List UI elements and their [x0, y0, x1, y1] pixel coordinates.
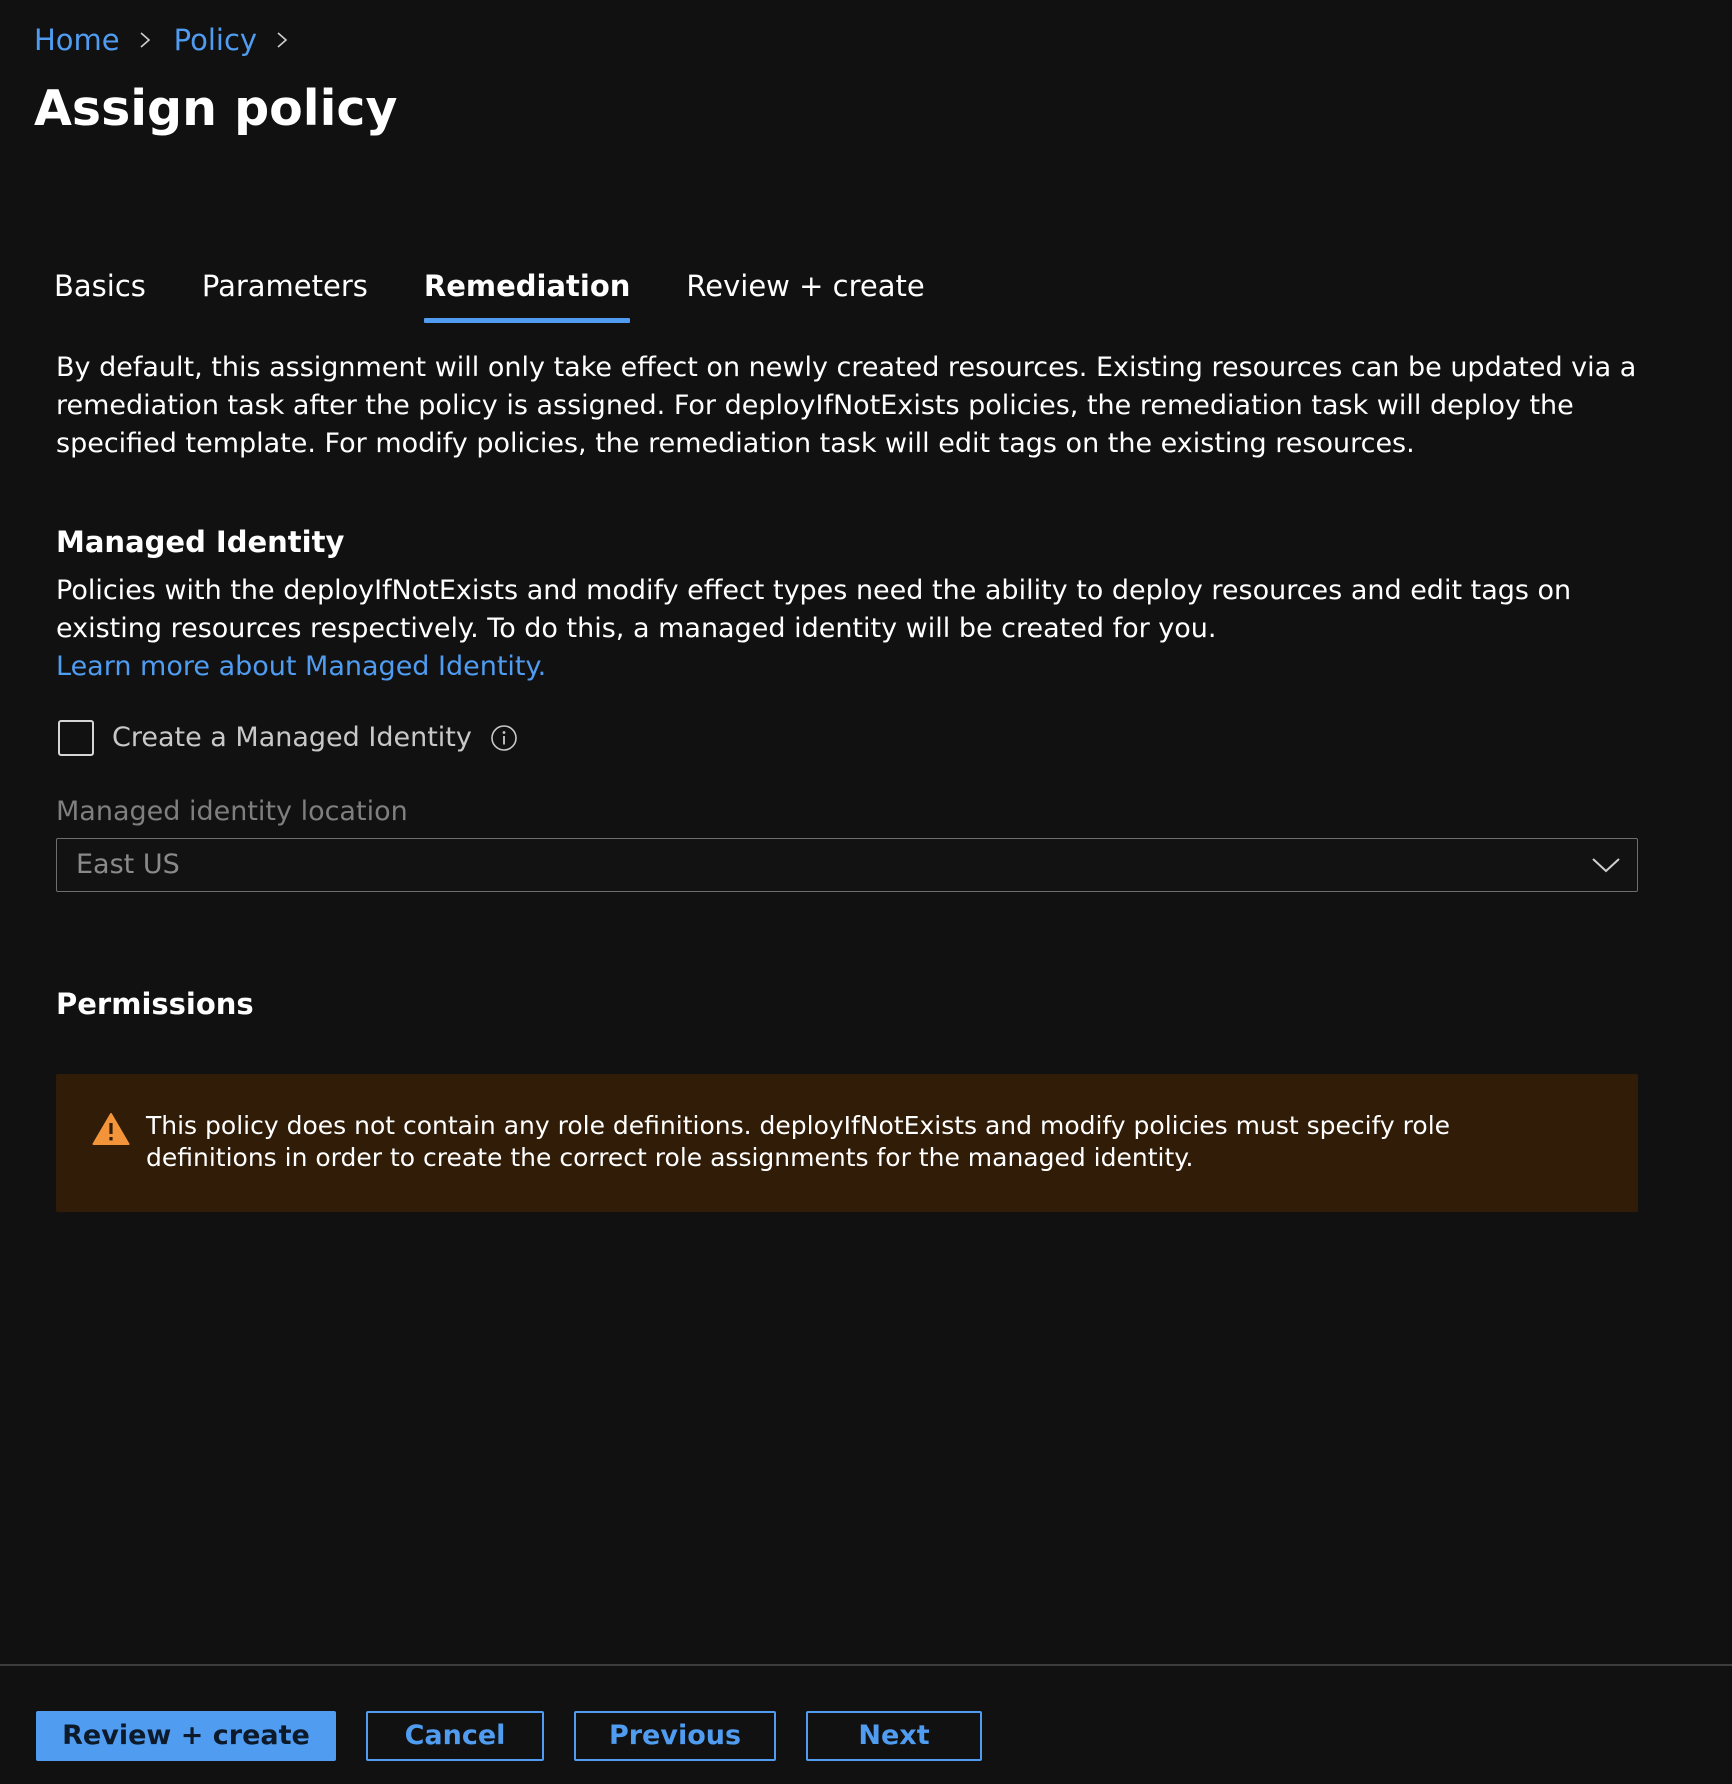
next-button[interactable]: Next [806, 1711, 982, 1761]
managed-identity-heading: Managed Identity [56, 525, 345, 559]
managed-identity-location-select[interactable]: East US [56, 838, 1638, 892]
footer-divider [0, 1664, 1732, 1666]
managed-identity-location-value: East US [76, 849, 180, 880]
remediation-intro-text: By default, this assignment will only ta… [56, 352, 1637, 459]
permissions-heading: Permissions [56, 987, 254, 1021]
info-icon[interactable] [490, 724, 518, 752]
chevron-down-icon [1592, 858, 1620, 873]
tab-review-create[interactable]: Review + create [686, 264, 924, 308]
create-managed-identity-checkbox[interactable] [58, 720, 94, 756]
breadcrumb-home-link[interactable]: Home [34, 20, 120, 60]
chevron-right-icon [277, 32, 288, 48]
learn-more-link[interactable]: Learn more about Managed Identity. [56, 648, 546, 686]
permissions-warning-text: This policy does not contain any role de… [146, 1111, 1451, 1172]
review-create-button[interactable]: Review + create [36, 1711, 336, 1761]
page-title: Assign policy [34, 80, 398, 137]
warning-icon [92, 1113, 130, 1145]
chevron-right-icon [140, 32, 150, 48]
tab-parameters[interactable]: Parameters [202, 264, 368, 308]
breadcrumb: Home Policy [34, 20, 311, 60]
cancel-button[interactable]: Cancel [366, 1711, 544, 1761]
previous-button[interactable]: Previous [574, 1711, 776, 1761]
create-managed-identity-row: Create a Managed Identity [58, 718, 518, 758]
permissions-warning-banner: This policy does not contain any role de… [56, 1074, 1638, 1212]
tab-remediation[interactable]: Remediation [423, 264, 630, 323]
managed-identity-description: Policies with the deployIfNotExists and … [56, 575, 1572, 644]
tab-basics[interactable]: Basics [54, 264, 146, 308]
create-managed-identity-label[interactable]: Create a Managed Identity [112, 718, 472, 758]
managed-identity-location-label: Managed identity location [56, 796, 408, 827]
breadcrumb-policy-link[interactable]: Policy [174, 20, 257, 60]
tab-bar: Basics Parameters Remediation Review + c… [54, 264, 981, 323]
